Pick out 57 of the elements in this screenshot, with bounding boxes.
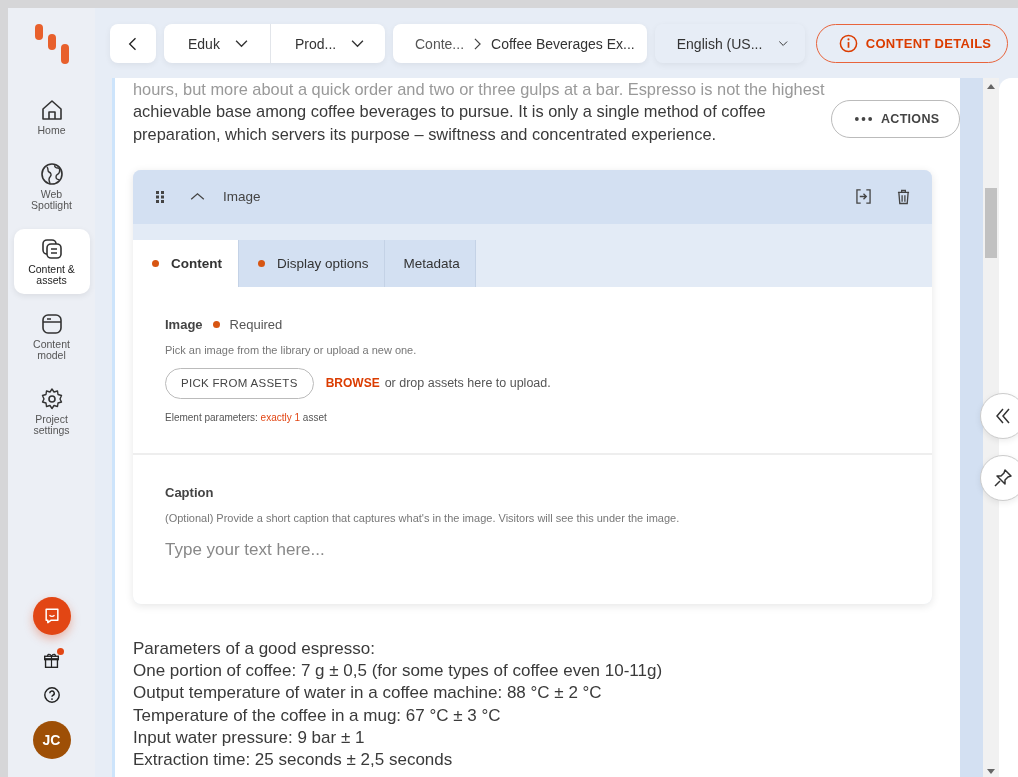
convert-icon[interactable]: [856, 189, 871, 205]
paragraph-line: achievable base among coffee beverages to pursue. It is only a single method of coffee: [133, 101, 766, 123]
double-chevron-left-icon: [993, 406, 1013, 426]
breadcrumb-item[interactable]: Conte...: [415, 35, 465, 52]
globe-icon: [39, 162, 64, 186]
home-icon: [39, 98, 64, 122]
more-icon: [854, 116, 873, 122]
tab[interactable]: Metadata: [384, 239, 476, 287]
element-hint: (Optional) Provide a short caption that captures what's in the image. Visitors will see this under the image.: [165, 511, 681, 524]
text-line: Parameters of a good espresso:: [133, 637, 375, 660]
breadcrumb-item[interactable]: Coffee Beverages Ex...: [491, 35, 635, 52]
tab[interactable]: Display options: [239, 239, 385, 287]
drag-handle-icon[interactable]: [156, 190, 164, 203]
tab[interactable]: Content: [133, 239, 239, 287]
info-icon: [838, 34, 858, 53]
nav-item[interactable]: Content model: [13, 304, 90, 369]
chevron-down-icon: [233, 39, 249, 48]
documents-icon: [39, 237, 64, 261]
nav-item[interactable]: Content & assets: [13, 229, 90, 294]
text-line: Extraction time: 25 seconds ± 2,5 seconds: [133, 749, 453, 772]
delete-icon[interactable]: [897, 188, 910, 205]
text-line: Output temperature of water in a coffee machine: 88 °C ± 2 °C: [133, 682, 602, 705]
user-avatar[interactable]: JC: [32, 721, 71, 759]
paragraph-line: preparation, which servers its purpose – swiftness and concentrated experience.: [133, 123, 717, 145]
browse-link[interactable]: BROWSE: [325, 376, 380, 391]
project-dropdown[interactable]: Eduk: [164, 24, 270, 63]
nav-item[interactable]: Home: [13, 90, 90, 144]
text-line: One portion of coffee: 7 g ± 0,5 (for some types of coffee even 10-11g): [133, 660, 663, 683]
nav-item[interactable]: Project settings: [13, 379, 90, 444]
collapse-icon[interactable]: [190, 192, 205, 202]
pin-icon: [993, 468, 1013, 488]
layout-icon: [39, 312, 64, 336]
help-icon[interactable]: [42, 686, 61, 704]
environment-dropdown[interactable]: Prod...: [271, 24, 385, 63]
chevron-right-icon: [474, 37, 482, 50]
element-parameters: Element parameters: exactly 1 asset: [165, 411, 328, 423]
paragraph-line: hours, but more about a quick order and two or three gulps at a bar. Espresso is not the highest: [133, 79, 825, 100]
actions-button[interactable]: ACTIONS: [831, 100, 960, 138]
element-hint: Pick an image from the library or upload a new one.: [165, 343, 418, 356]
element-label: Image: [165, 316, 203, 332]
text-line: Input water pressure: 9 bar ± 1: [133, 727, 365, 750]
element-label: Caption: [165, 484, 215, 500]
scroll-up-icon[interactable]: [987, 84, 995, 89]
settings-icon: [39, 387, 64, 411]
text-line: Temperature of the coffee in a mug: 67 °C ± 3 °C: [133, 704, 501, 727]
pick-from-assets-button[interactable]: PICK FROM ASSETS: [165, 367, 314, 399]
required-label: Required: [229, 316, 283, 332]
required-dot: [212, 320, 220, 328]
nav-item[interactable]: Web Spotlight: [13, 154, 90, 219]
drop-text: or drop assets here to upload.: [384, 376, 551, 391]
scroll-down-icon[interactable]: [987, 769, 995, 774]
feedback-button[interactable]: [32, 597, 71, 635]
component-title: Image: [223, 189, 261, 205]
scrollbar-thumb[interactable]: [985, 188, 997, 258]
chevron-down-icon: [778, 39, 789, 48]
language-dropdown[interactable]: English (US...: [654, 24, 805, 63]
chevron-down-icon: [350, 39, 366, 48]
